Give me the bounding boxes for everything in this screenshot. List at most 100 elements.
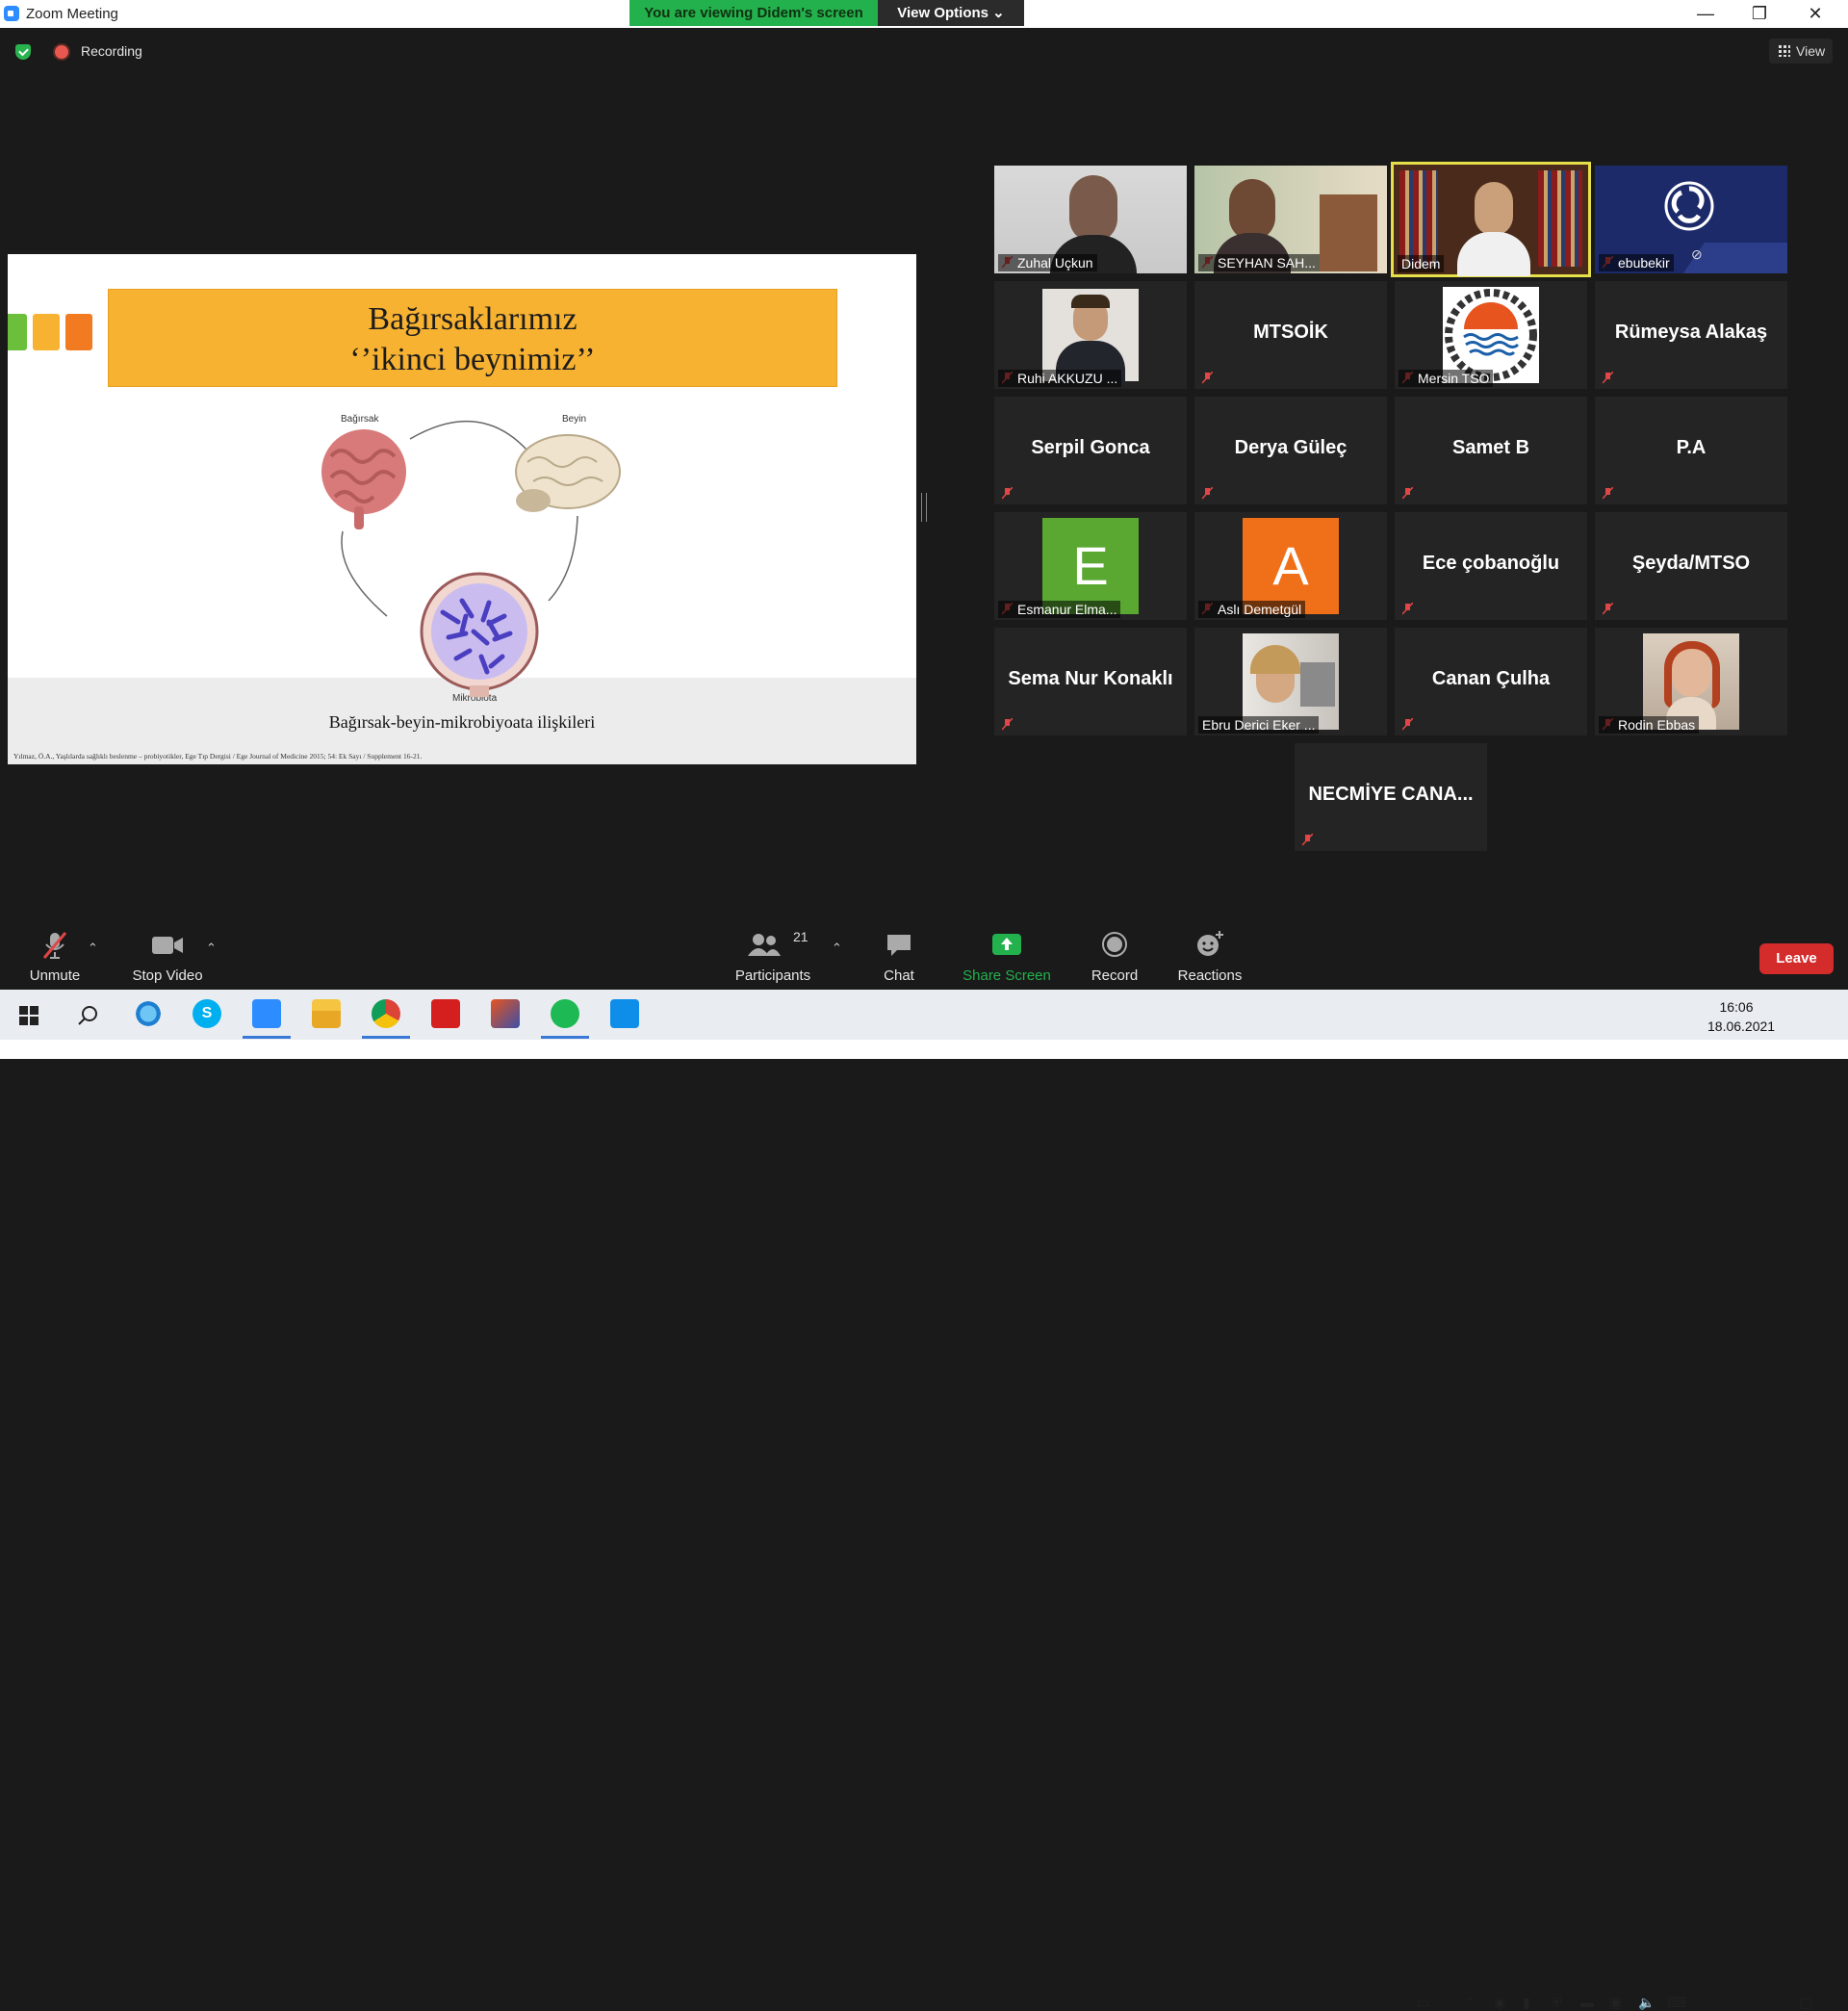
camera-tray-icon[interactable]: ◉ bbox=[1494, 1995, 1505, 2011]
participant-tile[interactable]: Serpil Gonca bbox=[994, 397, 1187, 504]
participant-name-display: Canan Çulha bbox=[1431, 668, 1551, 689]
chat-label: Chat bbox=[884, 967, 914, 984]
participant-name-display: Derya Güleç bbox=[1234, 437, 1348, 458]
audio-options-caret-icon[interactable]: ⌃ bbox=[88, 941, 98, 956]
share-screen-icon bbox=[992, 934, 1021, 955]
touch-keyboard-icon[interactable]: ⌨ bbox=[1667, 1995, 1686, 2011]
profile-photo bbox=[1243, 633, 1339, 730]
active-app-indicator bbox=[243, 1036, 291, 1039]
stop-video-label: Stop Video bbox=[132, 967, 203, 984]
participant-tile[interactable]: Şeyda/MTSO bbox=[1595, 512, 1787, 620]
meeting-toolbar: Unmute ⌃ Stop Video ⌃ 21 Participants ⌃ … bbox=[0, 919, 1848, 990]
participants-caret-icon[interactable]: ⌃ bbox=[832, 941, 842, 956]
participant-tile[interactable]: NECMİYE CANA... bbox=[1295, 743, 1487, 851]
participant-tile[interactable]: SEYHAN SAH... bbox=[1194, 166, 1387, 273]
window-title: Zoom Meeting bbox=[26, 6, 118, 22]
skype-icon[interactable]: S bbox=[192, 999, 221, 1028]
notifications-icon[interactable]: ▢ bbox=[1800, 1995, 1812, 2011]
participant-tile[interactable]: Samet B bbox=[1395, 397, 1587, 504]
acrobat-reader-icon[interactable] bbox=[431, 999, 460, 1028]
arrow-microbiota-to-gut bbox=[341, 530, 388, 617]
view-options-button[interactable]: View Options ⌄ bbox=[878, 0, 1024, 26]
teamviewer-icon[interactable] bbox=[610, 999, 639, 1028]
zoom-taskbar-icon[interactable] bbox=[252, 999, 281, 1028]
encryption-shield-icon[interactable] bbox=[15, 44, 31, 60]
video-camera-icon bbox=[152, 937, 183, 954]
security-shield-tray-icon[interactable]: ⛨ bbox=[1552, 1995, 1562, 2011]
minimize-button[interactable]: — bbox=[1679, 0, 1732, 28]
participant-name-display: P.A bbox=[1676, 437, 1707, 458]
video-options-caret-icon[interactable]: ⌃ bbox=[206, 941, 217, 956]
spotify-icon[interactable] bbox=[551, 999, 579, 1028]
windows-start-icon[interactable] bbox=[19, 1006, 38, 1025]
participant-tile[interactable]: A Aslı Demetgül bbox=[1194, 512, 1387, 620]
zoom-app-icon bbox=[4, 6, 19, 21]
participant-tile[interactable]: Mersin TSO bbox=[1395, 281, 1587, 389]
record-label: Record bbox=[1091, 967, 1139, 984]
reactions-smiley-icon bbox=[1197, 931, 1223, 956]
mic-muted-icon bbox=[1202, 372, 1213, 384]
gut-brain-diagram bbox=[321, 420, 621, 697]
microphone-tray-icon[interactable]: ▮ bbox=[1523, 1995, 1530, 2011]
recording-icon bbox=[55, 45, 68, 59]
unmute-button[interactable]: Unmute bbox=[17, 919, 92, 990]
microbiota-illustration bbox=[420, 572, 539, 697]
view-layout-button[interactable]: View bbox=[1769, 39, 1833, 64]
windows-taskbar: S ▭ ⌃ ◉ ▮ ⛨ ▬ ▣ 🔈 ⌨ ▢ bbox=[0, 990, 1848, 2010]
battery-tray-icon[interactable]: ▬ bbox=[1580, 1995, 1594, 2010]
mic-muted-icon bbox=[1002, 487, 1013, 500]
share-screen-button[interactable]: Share Screen bbox=[959, 919, 1055, 990]
participants-button[interactable]: 21 Participants bbox=[728, 919, 818, 990]
participant-name-display: Samet B bbox=[1451, 437, 1530, 458]
leave-button[interactable]: Leave bbox=[1759, 943, 1834, 974]
participant-name: Rodin Ebbas bbox=[1599, 716, 1700, 734]
taskbar-clock[interactable]: 16:06 18.06.2021 bbox=[1707, 997, 1775, 1036]
clock-time: 16:06 bbox=[1719, 999, 1754, 1015]
participant-tile[interactable]: E Esmanur Elma... bbox=[994, 512, 1187, 620]
participant-name-display: Şeyda/MTSO bbox=[1631, 553, 1751, 574]
mic-muted-icon bbox=[42, 932, 67, 959]
unmute-label: Unmute bbox=[29, 967, 81, 984]
keyboard-layout-icon[interactable]: ▭ bbox=[1417, 1995, 1429, 2011]
participant-tile[interactable]: Rodin Ebbas bbox=[1595, 628, 1787, 735]
participant-name: Zuhal Uçkun bbox=[998, 254, 1097, 271]
restore-button[interactable]: ❐ bbox=[1732, 0, 1786, 28]
show-hidden-icons-chevron-icon[interactable]: ⌃ bbox=[1465, 1995, 1476, 2011]
participant-tile[interactable]: Ece çobanoğlu bbox=[1395, 512, 1587, 620]
stop-video-button[interactable]: Stop Video bbox=[125, 919, 210, 990]
participant-tile[interactable]: Rümeysa Alakaş bbox=[1595, 281, 1787, 389]
network-tray-icon[interactable]: ▣ bbox=[1609, 1995, 1622, 2011]
volume-tray-icon[interactable]: 🔈 bbox=[1638, 1995, 1655, 2011]
record-button[interactable]: Record bbox=[1082, 919, 1147, 990]
slide-footnote: Yılmaz, Ö.A., Yaşlılarda sağlıklı beslen… bbox=[13, 752, 423, 761]
chrome-icon[interactable] bbox=[372, 999, 400, 1028]
participant-tile[interactable]: Zuhal Uçkun bbox=[994, 166, 1187, 273]
participant-tile[interactable]: Sema Nur Konaklı bbox=[994, 628, 1187, 735]
search-icon[interactable] bbox=[77, 1005, 98, 1026]
shared-screen: Bağırsaklarımız ‘’ikinci beynimiz’’ Bağı… bbox=[8, 254, 916, 764]
mic-muted-icon bbox=[1603, 603, 1613, 615]
participant-tile[interactable]: Ruhi AKKUZU ... bbox=[994, 281, 1187, 389]
participant-tile[interactable]: Canan Çulha bbox=[1395, 628, 1587, 735]
chat-button[interactable]: Chat bbox=[870, 919, 928, 990]
recording-label: Recording bbox=[81, 43, 142, 59]
participant-tile[interactable]: MTSOİK bbox=[1194, 281, 1387, 389]
brain-illustration bbox=[515, 434, 621, 512]
participant-tile[interactable]: P.A bbox=[1595, 397, 1787, 504]
split-resize-handle[interactable] bbox=[921, 493, 927, 522]
participant-tile[interactable]: Ebru Derici Eker ... bbox=[1194, 628, 1387, 735]
close-button[interactable]: ✕ bbox=[1788, 0, 1842, 28]
reactions-button[interactable]: Reactions bbox=[1174, 919, 1245, 990]
profile-photo bbox=[1643, 633, 1739, 730]
view-label: View bbox=[1796, 43, 1826, 59]
active-speaker-tile[interactable]: Didem bbox=[1391, 162, 1591, 277]
arrow-brain-to-microbiota bbox=[548, 515, 578, 602]
participant-tile[interactable]: Derya Güleç bbox=[1194, 397, 1387, 504]
mic-muted-icon bbox=[1603, 372, 1613, 384]
participant-tile[interactable]: ebubekir ⊘ bbox=[1595, 166, 1787, 273]
file-explorer-icon[interactable] bbox=[312, 999, 341, 1028]
participant-name-display: Sema Nur Konaklı bbox=[1008, 668, 1173, 689]
app-icon[interactable] bbox=[491, 999, 520, 1028]
active-app-indicator bbox=[362, 1036, 410, 1039]
internet-explorer-icon[interactable] bbox=[134, 999, 163, 1028]
